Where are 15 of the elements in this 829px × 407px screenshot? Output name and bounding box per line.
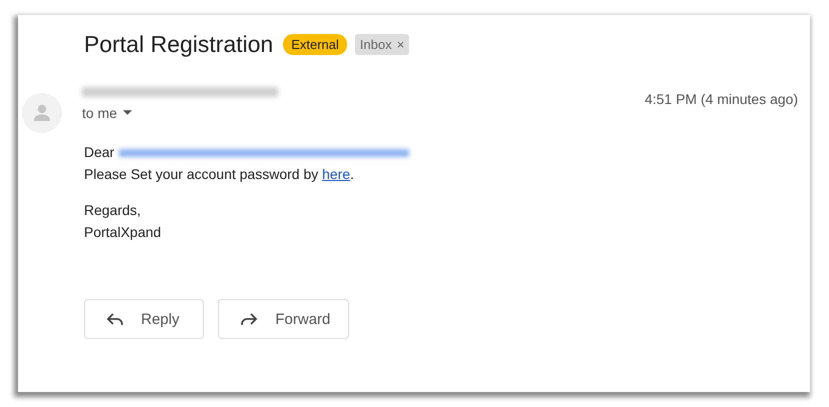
- signature-text: PortalXpand: [84, 223, 162, 242]
- label-tag[interactable]: External: [283, 34, 347, 54]
- body-text: Please Set your account password by here.: [84, 165, 356, 184]
- forward-button[interactable]: Forward: [218, 299, 350, 339]
- email-subject: Portal Registration: [84, 30, 274, 58]
- closing-text: Regards,: [84, 201, 142, 220]
- greeting-text: Dear: [84, 144, 114, 160]
- here-link[interactable]: here: [322, 166, 350, 182]
- recipient-dropdown[interactable]: to me: [82, 105, 132, 121]
- remove-label-icon[interactable]: ×: [396, 36, 404, 52]
- reply-button[interactable]: Reply: [84, 299, 204, 339]
- label-tag[interactable]: Inbox ×: [354, 34, 410, 54]
- timestamp: 4:51 PM (4 minutes ago): [644, 91, 798, 107]
- avatar-icon: [22, 93, 62, 133]
- caret-icon: [123, 110, 132, 116]
